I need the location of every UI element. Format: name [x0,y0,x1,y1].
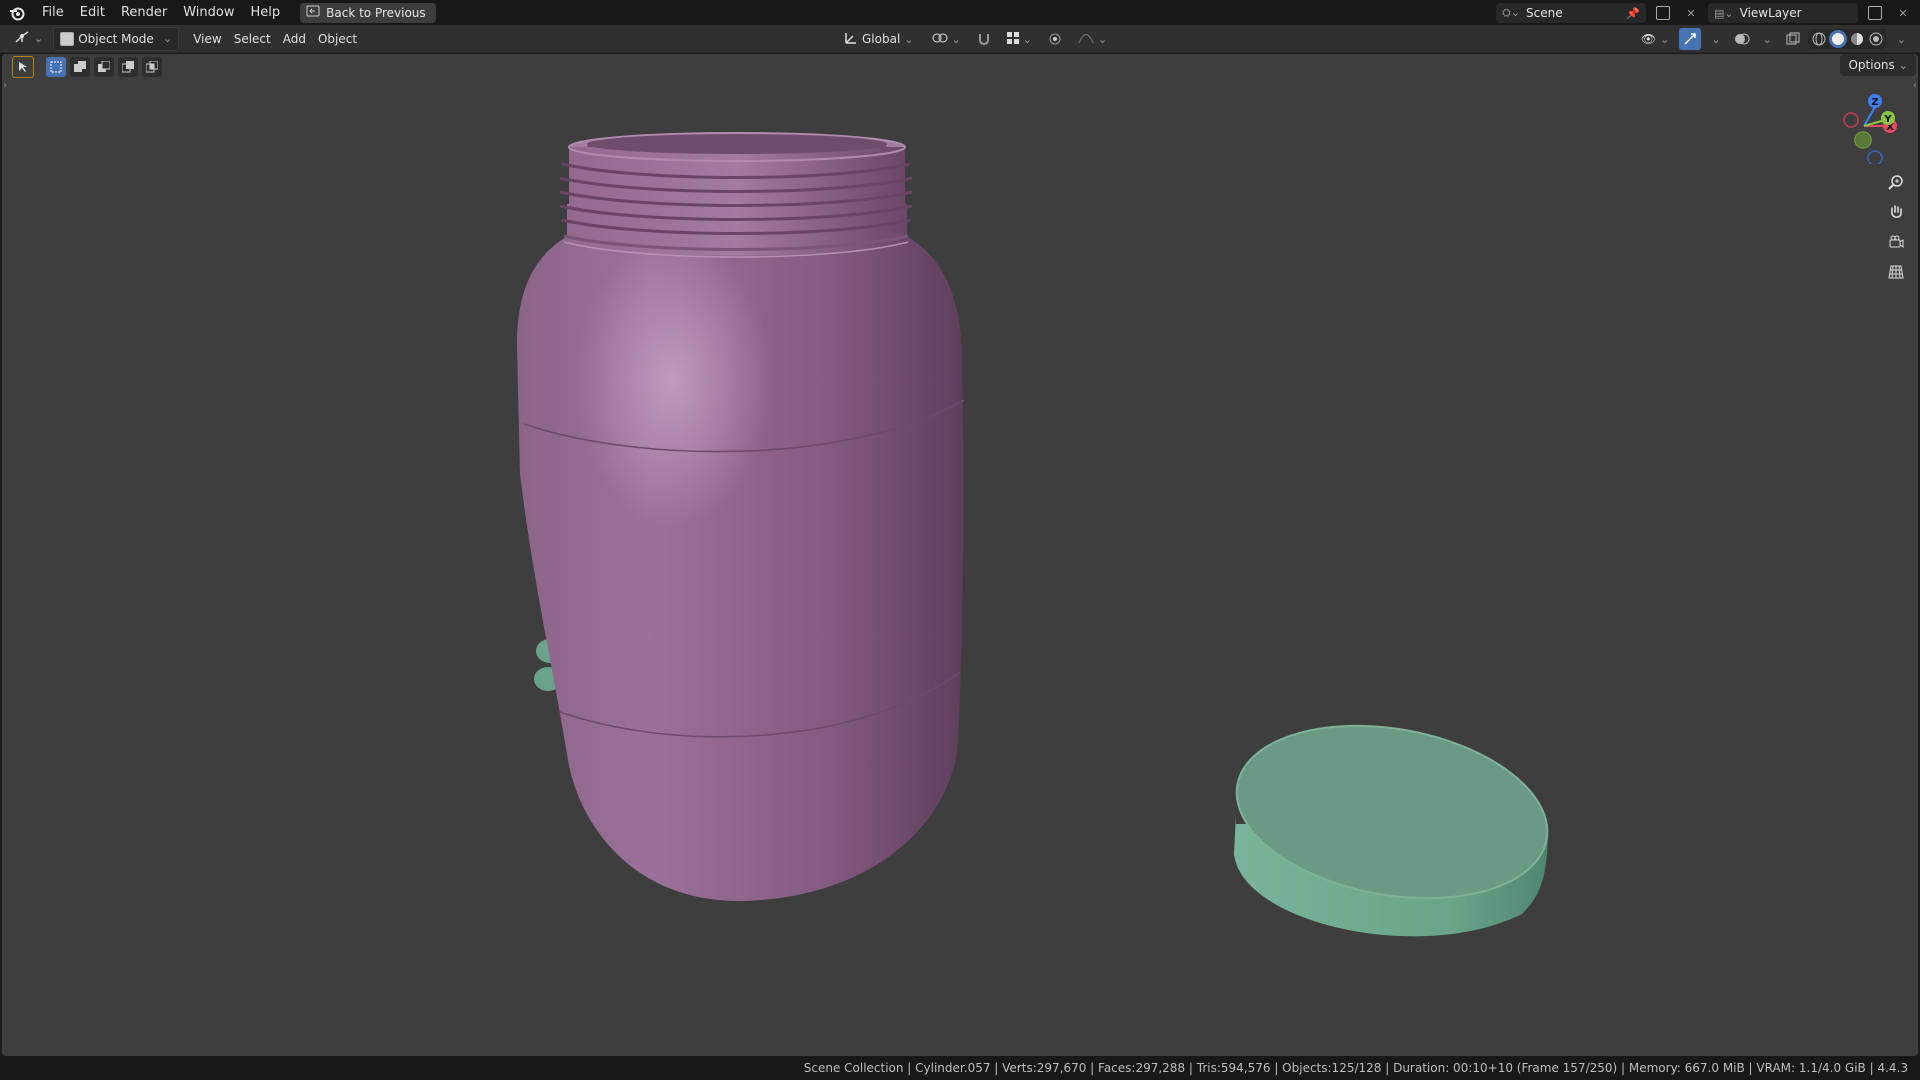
options-dropdown[interactable]: Options ⌄ [1840,54,1916,76]
select-subtract-icon[interactable] [94,57,114,77]
lid-object[interactable] [1223,703,1561,937]
orientation-dropdown[interactable]: Global ⌄ [838,28,920,50]
pin-icon[interactable]: 📌 [1626,7,1640,20]
grid-icon[interactable] [1884,260,1908,284]
menu-help[interactable]: Help [243,2,289,24]
navigation-gizmo[interactable]: Z X Y [1832,84,1912,166]
mode-label: Object Mode [78,31,154,46]
new-scene-icon[interactable] [1652,2,1674,24]
pivot-icon [932,31,948,48]
status-bar: Scene Collection | Cylinder.057 | Verts:… [0,1056,1920,1080]
3d-viewport-icon [14,30,30,47]
transform-tools: Global ⌄ ⌄ ⌄ ⌄ [838,28,1113,50]
chevron-down-icon: ⌄ [904,32,914,46]
gizmo-y-label: Y [1883,114,1892,125]
view-layer-name: ViewLayer [1739,6,1802,20]
chevron-down-icon: ⌄ [1022,32,1032,46]
top-right-controls: ⛭⌄ Scene 📌 ✕ ▤⌄ ViewLayer ✕ [1496,2,1914,24]
zoom-icon[interactable] [1884,170,1908,194]
solid-shading-icon[interactable] [1828,30,1847,48]
chevron-down-icon: ⌄ [1762,32,1772,46]
mode-dropdown[interactable]: Object Mode ⌄ [53,26,180,51]
chevron-down-icon: ⌄ [1711,32,1721,46]
delete-view-layer-icon[interactable]: ✕ [1892,2,1914,24]
delete-scene-icon[interactable]: ✕ [1680,2,1702,24]
top-bar: File Edit Render Window Help Back to Pre… [0,0,1920,25]
scene-icon: ⛭⌄ [1502,6,1521,19]
pivot-dropdown[interactable]: ⌄ [926,28,967,50]
status-text: Scene Collection | Cylinder.057 | Verts:… [803,1061,1908,1075]
navigation-buttons [1884,170,1908,284]
menu-view[interactable]: View [187,28,227,50]
visibility-dropdown[interactable]: 👁 ⌄ [1635,28,1675,50]
menu-add[interactable]: Add [277,28,312,50]
menu-edit[interactable]: Edit [72,2,113,24]
scene-selector[interactable]: ⛭⌄ Scene 📌 [1496,3,1646,23]
chevron-down-icon: ⌄ [1898,58,1908,72]
menu-window[interactable]: Window [175,2,242,24]
options-label: Options [1848,58,1895,72]
back-to-previous-button[interactable]: Back to Previous [300,2,436,23]
3d-viewport[interactable]: Options ⌄ › ‹ Z X Y [2,54,1918,1056]
select-new-icon[interactable] [46,57,66,77]
menu-select[interactable]: Select [228,28,277,50]
wireframe-shading-icon[interactable] [1810,30,1828,48]
falloff-dropdown[interactable]: ⌄ [1072,28,1113,50]
menu-render[interactable]: Render [113,2,175,24]
proportional-edit-icon[interactable] [1044,28,1066,50]
snap-toggle-icon[interactable] [973,28,995,50]
chevron-down-icon: ⌄ [1660,32,1670,46]
chevron-down-icon: ⌄ [163,32,173,45]
material-shading-icon[interactable] [1848,30,1866,48]
xray-toggle-icon[interactable] [1782,28,1804,50]
scene-name: Scene [1526,6,1563,20]
view-layer-selector[interactable]: ▤⌄ ViewLayer [1708,3,1858,23]
scene-render[interactable] [2,54,1918,1056]
selection-mode-tools [12,56,162,78]
menu-object[interactable]: Object [312,28,363,50]
object-mode-icon [60,31,75,46]
chevron-down-icon: ⌄ [34,32,44,45]
snap-target-dropdown[interactable]: ⌄ [1001,28,1038,50]
gizmo-z-label: Z [1871,97,1878,108]
back-icon [306,5,320,20]
jar-object[interactable] [517,132,965,901]
select-tool-icon[interactable] [12,56,34,78]
orientation-label: Global [862,32,901,46]
gizmo-dropdown[interactable]: ⌄ [1705,28,1726,50]
viewport-header: ⌄ Object Mode ⌄ View Select Add Object G… [0,25,1920,53]
rendered-shading-icon[interactable] [1867,30,1885,48]
orientation-icon [844,31,858,48]
chevron-down-icon: ⌄ [951,32,961,46]
hand-icon[interactable] [1884,200,1908,224]
menu-file[interactable]: File [34,2,72,24]
chevron-down-icon: ⌄ [1097,32,1108,46]
chevron-down-icon: ⌄ [1896,32,1906,46]
sidebar-expand-icon[interactable]: ‹ [1913,80,1917,91]
falloff-curve-icon [1078,32,1094,47]
back-to-previous-label: Back to Previous [326,5,426,20]
select-intersect-icon[interactable] [142,57,162,77]
viewport-display-tools: 👁 ⌄ ⌄ ⌄ ⌄ [1635,28,1912,50]
blender-logo-icon[interactable] [8,4,26,22]
new-view-layer-icon[interactable] [1864,2,1886,24]
shading-dropdown[interactable]: ⌄ [1891,28,1912,50]
select-extend-icon[interactable] [70,57,90,77]
snap-grid-icon [1006,31,1019,47]
overlays-toggle-icon[interactable] [1731,28,1753,50]
select-invert-icon[interactable] [118,57,138,77]
shading-mode-group [1807,29,1887,49]
view-layer-icon: ▤⌄ [1714,6,1734,20]
camera-icon[interactable] [1884,230,1908,254]
gizmo-toggle-icon[interactable] [1679,28,1702,50]
toolbar-expand-icon[interactable]: › [3,80,7,91]
eye-icon: 👁 [1640,32,1657,46]
editor-type-button[interactable]: ⌄ [8,28,49,50]
overlays-dropdown[interactable]: ⌄ [1757,28,1778,50]
